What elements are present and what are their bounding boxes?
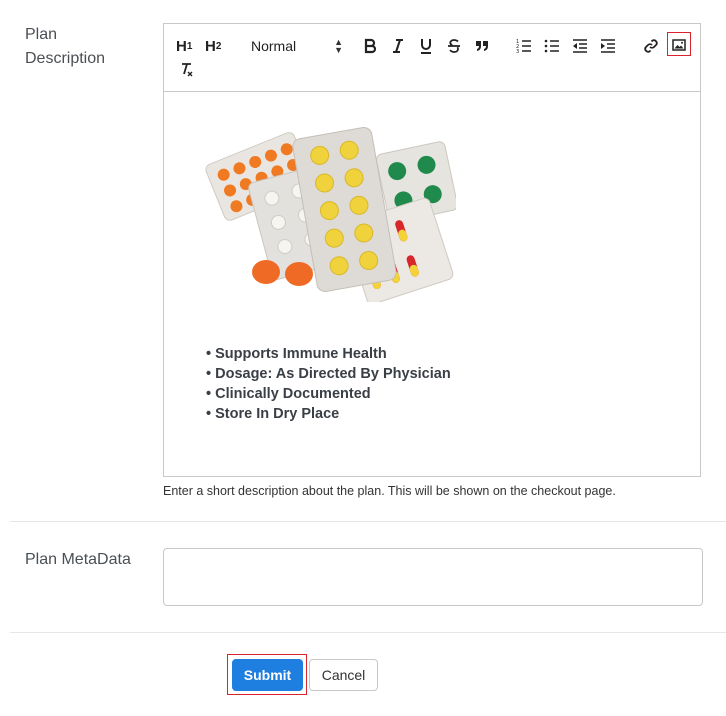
indent-icon: [601, 39, 615, 53]
heading-1-sub: 1: [186, 40, 193, 52]
plan-description-help: Enter a short description about the plan…: [163, 484, 616, 498]
italic-button[interactable]: [389, 35, 407, 57]
feature-list: Supports Immune Health Dosage: As Direct…: [206, 344, 451, 424]
blockquote-button[interactable]: [473, 35, 491, 57]
bold-icon: [364, 38, 377, 54]
heading-2-sub: 2: [215, 40, 222, 52]
svg-text:3: 3: [516, 49, 519, 54]
outdent-button[interactable]: [571, 35, 589, 57]
clear-format-button[interactable]: [178, 59, 196, 81]
link-icon: [644, 39, 658, 53]
heading-1-label: H: [176, 37, 187, 55]
submit-button[interactable]: Submit: [232, 659, 303, 691]
list-item: Supports Immune Health: [206, 344, 451, 364]
underline-icon: [421, 39, 431, 54]
plan-description-label: Plan Description: [25, 26, 106, 67]
link-button[interactable]: [642, 35, 660, 57]
image-button[interactable]: [670, 34, 688, 56]
bullet-list-icon: [544, 39, 559, 53]
section-divider: [10, 521, 726, 522]
italic-icon: [393, 39, 403, 53]
list-item: Store In Dry Place: [206, 404, 451, 424]
image-icon: [672, 39, 686, 51]
underline-button[interactable]: [417, 35, 435, 57]
ordered-list-icon: 123: [516, 39, 531, 54]
bold-button[interactable]: [361, 35, 379, 57]
outdent-icon: [573, 39, 587, 53]
list-item: Dosage: As Directed By Physician: [206, 364, 451, 384]
ordered-list-button[interactable]: 123: [515, 35, 533, 57]
heading-2-button[interactable]: H2: [205, 35, 221, 57]
section-divider: [10, 632, 726, 633]
select-arrows-icon: ▲ ▼: [334, 37, 344, 55]
rich-text-editor: H1 H2 Normal ▲ ▼ 123 • Supports Immune H…: [163, 23, 701, 477]
bullet-list-button[interactable]: [543, 35, 561, 57]
format-select[interactable]: Normal ▲ ▼: [251, 35, 344, 57]
clear-format-icon: [182, 63, 193, 77]
pills-image: [205, 126, 456, 302]
strike-button[interactable]: [445, 35, 463, 57]
editor-toolbar: H1 H2 Normal ▲ ▼ 123: [164, 24, 700, 92]
format-select-value: Normal: [251, 38, 297, 54]
heading-2-label: H: [205, 37, 216, 55]
plan-metadata-label: Plan MetaData: [25, 551, 131, 568]
editor-content[interactable]: Supports Immune Health Dosage: As Direct…: [164, 92, 700, 477]
blockquote-icon: [476, 41, 488, 51]
strike-icon: [448, 39, 460, 53]
cancel-button[interactable]: Cancel: [309, 659, 378, 691]
list-item: Clinically Documented: [206, 384, 451, 404]
indent-button[interactable]: [599, 35, 617, 57]
heading-1-button[interactable]: H1: [176, 35, 192, 57]
plan-metadata-input[interactable]: [163, 548, 703, 606]
